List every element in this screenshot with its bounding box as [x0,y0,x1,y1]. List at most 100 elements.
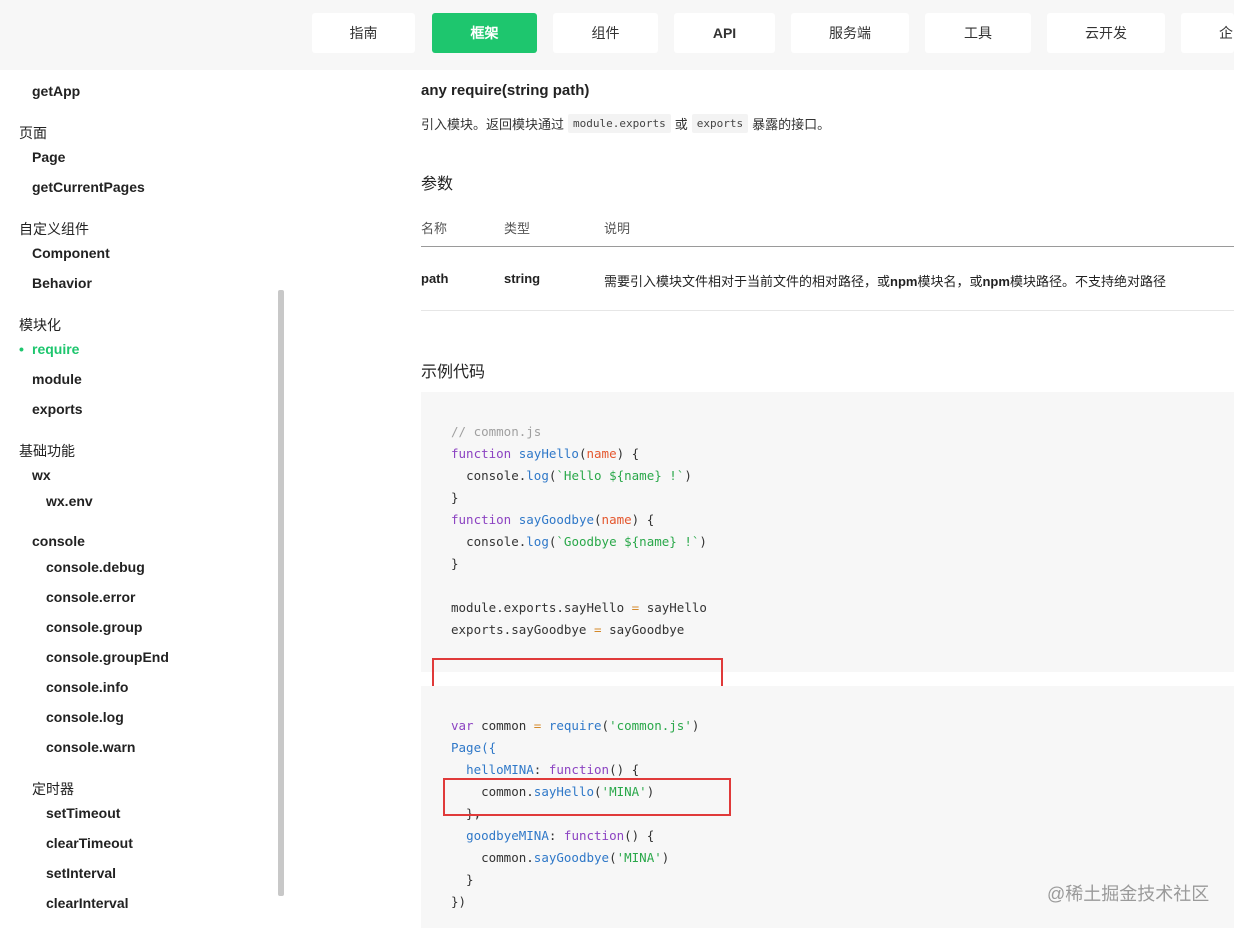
sidebar-item-settimeout[interactable]: setTimeout [46,805,120,821]
nav-item-guide[interactable]: 指南 [312,13,415,53]
sidebar-item-console-debug[interactable]: console.debug [46,559,145,575]
sidebar-item-page[interactable]: Page [32,149,65,165]
code-keyword: function [451,446,512,461]
sidebar-item-console-warn[interactable]: console.warn [46,739,135,755]
nav-item-api[interactable]: API [674,13,775,53]
sidebar-item-console-log[interactable]: console.log [46,709,124,725]
table-row-divider [421,310,1234,311]
active-bullet: • [19,341,24,357]
code-log: log [526,534,549,549]
desc-text-after: 暴露的接口。 [752,117,831,132]
code-method-name: helloMINA [466,762,534,777]
desc-npm1: npm [890,274,918,289]
sidebar-item-setinterval[interactable]: setInterval [46,865,116,881]
sidebar-item-wx[interactable]: wx [32,467,51,483]
code-keyword: function [451,512,512,527]
sidebar-scrollbar[interactable] [278,290,284,896]
sidebar-group-timer: 定时器 [32,781,74,797]
desc-part1: 需要引入模块文件相对于当前文件的相对路径，或 [604,274,891,289]
sidebar-item-getcurrentpages[interactable]: getCurrentPages [32,179,145,195]
sidebar-item-console-info[interactable]: console.info [46,679,128,695]
code-identifier: common. [481,850,534,865]
sidebar-group-custom-component: 自定义组件 [19,221,89,237]
code-method-name: goodbyeMINA [466,828,549,843]
inline-code-exports: exports [691,114,749,133]
example-heading: 示例代码 [421,364,486,381]
nav-item-enterprise[interactable]: 企 [1181,13,1234,53]
code-fn-name: sayHello [518,446,579,461]
page-title: any require(string path) [421,82,590,99]
code-line: function sayGoodbye(name) { [451,512,655,527]
sidebar-item-console[interactable]: console [32,533,85,549]
desc-part2: 模块名，或 [917,274,983,289]
code-identifier: common [481,718,527,733]
sidebar-item-console-group[interactable]: console.group [46,619,142,635]
code-export-right: sayHello [646,600,707,615]
desc-text-mid: 或 [674,117,688,132]
code-export-left: exports.sayGoodbye [451,622,587,637]
nav-item-cloud[interactable]: 云开发 [1047,13,1165,53]
code-line: console.log(`Hello ${name} !`) [466,468,692,483]
code-line: var common = require('common.js') [451,718,700,733]
code-keyword: function [548,762,610,777]
code-line: function sayHello(name) { [451,446,640,461]
code-string: 'common.js' [609,718,692,733]
main-content: any require(string path) 引入模块。返回模块通过 mod… [421,70,1234,928]
code-param: name [586,446,617,461]
nav-item-server[interactable]: 服务端 [791,13,909,53]
nav-item-framework[interactable]: 框架 [432,13,537,53]
table-header-type: 类型 [504,221,531,236]
code-line: goodbyeMINA: function() { [466,828,655,843]
sidebar-item-cleartimeout[interactable]: clearTimeout [46,835,133,851]
code-line: exports.sayGoodbye = sayGoodbye [451,622,685,637]
table-header-divider [421,246,1234,247]
sidebar-item-console-error[interactable]: console.error [46,589,135,605]
sidebar-item-component[interactable]: Component [32,245,110,261]
sidebar-item-console-groupend[interactable]: console.groupEnd [46,649,169,665]
sidebar-item-behavior[interactable]: Behavior [32,275,92,291]
sidebar-item-exports[interactable]: exports [32,401,83,417]
table-header-desc: 说明 [604,221,631,236]
code-string: 'MINA' [616,850,662,865]
code-fn-call: sayGoodbye [533,850,610,865]
code-block-common: // common.js function sayHello(name) { c… [421,392,1234,724]
table-header-name: 名称 [421,221,448,236]
sidebar-group-module: 模块化 [19,317,61,333]
nav-item-tools[interactable]: 工具 [925,13,1031,53]
code-line: } [451,490,459,505]
sidebar-item-module[interactable]: module [32,371,82,387]
table-cell-type: string [504,271,541,286]
code-export-left: module.exports.sayHello [451,600,625,615]
highlight-box-require [443,778,731,816]
sidebar-item-getapp[interactable]: getApp [32,83,80,99]
code-line: module.exports.sayHello = sayHello [451,600,707,615]
sidebar-item-require[interactable]: require [32,341,79,357]
code-keyword: function [563,828,625,843]
table-cell-desc: 需要引入模块文件相对于当前文件的相对路径，或npm模块名，或npm模块路径。不支… [604,271,1166,290]
code-line: Page({ [451,740,496,756]
description: 引入模块。返回模块通过 module.exports 或 exports 暴露的… [421,114,830,133]
code-log: log [526,468,549,483]
code-string: `Goodbye ${name} !` [556,534,700,549]
code-comment: // common.js [451,424,542,439]
code-fn-name: sayGoodbye [518,512,595,527]
code-line: } [451,556,459,571]
desc-part3: 模块路径。不支持绝对路径 [1009,274,1166,289]
code-keyword: var [451,718,474,733]
table-cell-name: path [421,271,449,286]
code-line: helloMINA: function() { [466,762,640,777]
code-close: }) [451,894,467,909]
watermark: @稀土掘金技术社区 [1047,884,1210,904]
code-line: } [451,872,474,887]
code-line: common.sayGoodbye('MINA') [481,850,670,865]
sidebar-item-clearinterval[interactable]: clearInterval [46,895,129,911]
code-string: `Hello ${name} !` [556,468,685,483]
code-line: // common.js [451,424,541,440]
code-require: require [548,718,602,733]
code-line: console.log(`Goodbye ${name} !`) [466,534,707,549]
code-line: }) [451,894,466,910]
nav-item-components[interactable]: 组件 [553,13,658,53]
code-console: console. [466,534,527,549]
inline-code-module-exports: module.exports [568,114,671,133]
sidebar-item-wx-env[interactable]: wx.env [46,493,93,509]
